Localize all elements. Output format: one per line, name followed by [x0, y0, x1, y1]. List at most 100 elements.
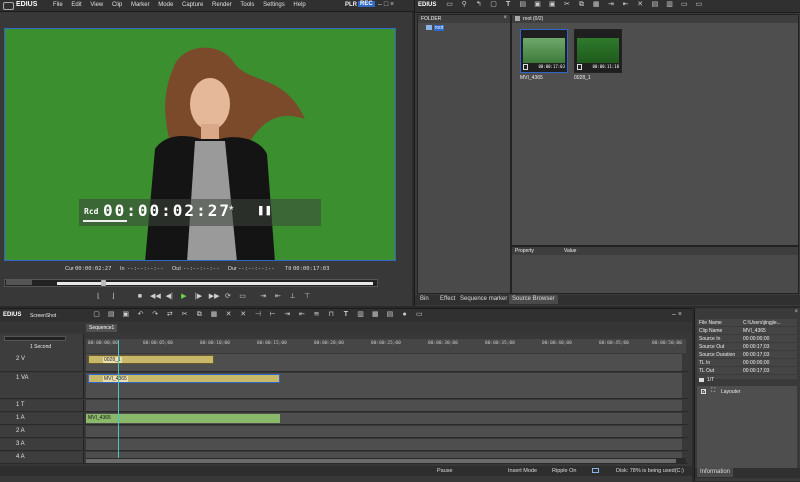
track-lane[interactable]: MVI_4365 [86, 413, 682, 424]
view-option-icon[interactable]: ▭ [680, 1, 689, 9]
render-icon[interactable]: ▦ [371, 311, 380, 319]
overwrite-to-timeline-icon[interactable]: ⇤ [273, 293, 282, 301]
cut-icon[interactable]: ✂ [562, 1, 571, 9]
add-marker-icon[interactable]: ⊤ [303, 293, 312, 301]
output-icon[interactable]: ▭ [415, 311, 424, 319]
timeline-clip[interactable]: MVI_4365 [88, 374, 280, 383]
track-lane[interactable]: MVI_4365 [86, 373, 682, 398]
rewind-button[interactable]: ◀◀ [150, 293, 161, 301]
rec-button[interactable]: REC [358, 1, 375, 7]
menu-mode[interactable]: Mode [158, 2, 173, 8]
clip-thumbnail[interactable]: 00:00:17:03 [520, 29, 568, 73]
open-project-icon[interactable]: ▤ [107, 311, 116, 319]
track-header[interactable]: 2 V [0, 354, 84, 371]
delete-icon[interactable]: ✕ [636, 1, 645, 9]
copy-icon[interactable]: ⧉ [195, 311, 204, 319]
paste-icon[interactable]: ▦ [592, 1, 601, 9]
menu-marker[interactable]: Marker [131, 2, 150, 8]
add-clip-icon[interactable]: ▣ [533, 1, 542, 9]
title-icon[interactable]: T [341, 311, 350, 319]
menu-edit[interactable]: Edit [71, 2, 81, 8]
record-icon[interactable]: ● [400, 311, 409, 319]
timeline-scrollbar[interactable] [86, 458, 686, 464]
output-button[interactable]: ▭ [238, 293, 247, 301]
track-lane[interactable] [86, 426, 682, 437]
storyboard-icon[interactable]: ▭ [694, 1, 703, 9]
track-header[interactable]: 4 A [0, 452, 84, 463]
menu-settings[interactable]: Settings [263, 2, 285, 8]
snap-icon[interactable]: ⊓ [327, 311, 336, 319]
new-project-icon[interactable]: ▢ [92, 311, 101, 319]
ripple-delete-icon[interactable]: ✕ [239, 311, 248, 319]
paste-icon[interactable]: ▦ [209, 311, 218, 319]
close-icon[interactable]: × [390, 1, 394, 8]
plr-button[interactable]: PLR [345, 2, 357, 8]
menu-file[interactable]: File [53, 2, 63, 8]
new-sequence-icon[interactable]: ▤ [518, 1, 527, 9]
timeline-scroll-thumb[interactable] [86, 459, 676, 463]
fast-forward-button[interactable]: ▶▶ [209, 293, 220, 301]
sync-icon[interactable]: ⇄ [165, 311, 174, 319]
cut-icon[interactable]: ✂ [180, 311, 189, 319]
folder-root[interactable]: root [426, 25, 445, 32]
set-out-icon[interactable]: ⌋ [109, 293, 118, 301]
timeline-ruler[interactable]: 00:00:00;00 00:00:05;00 00:00:10;00 00:0… [86, 339, 686, 353]
add-cut-icon[interactable]: ⊢ [268, 311, 277, 319]
track-header[interactable]: 1 T [0, 400, 84, 411]
trim-icon[interactable]: ⊥ [288, 293, 297, 301]
track-lane[interactable] [86, 439, 682, 450]
parent-folder-icon[interactable]: ↰ [474, 1, 483, 9]
loop-button[interactable]: ⟳ [223, 293, 232, 301]
maximize-icon[interactable]: □ [384, 1, 388, 8]
audio-mixer-icon[interactable]: ▥ [356, 311, 365, 319]
insert-to-timeline-icon[interactable]: ⇥ [259, 293, 268, 301]
menu-tools[interactable]: Tools [240, 2, 254, 8]
track-header[interactable]: 2 A [0, 426, 84, 437]
timeline-audio-clip[interactable]: MVI_4365 [86, 414, 280, 423]
play-button[interactable]: ▶ [179, 293, 188, 301]
undo-icon[interactable]: ↶ [136, 311, 145, 319]
info-close-icon[interactable]: × [794, 309, 798, 315]
properties-icon[interactable]: ▤ [650, 1, 659, 9]
title-icon[interactable]: T [504, 1, 513, 9]
copy-icon[interactable]: ⧉ [577, 1, 586, 9]
timeline-clip[interactable]: 0028_1 [88, 355, 214, 364]
menu-capture[interactable]: Capture [182, 2, 203, 8]
track-header[interactable]: 1 VA [0, 373, 84, 398]
tab-information[interactable]: Information [697, 468, 734, 477]
tab-effect[interactable]: Effect [437, 295, 458, 304]
delete-icon[interactable]: ✕ [224, 311, 233, 319]
marker-icon[interactable]: ▤ [385, 311, 394, 319]
scrub-handle[interactable] [101, 280, 107, 286]
search-icon[interactable]: ⚲ [460, 1, 469, 9]
insert-icon[interactable]: ⇥ [606, 1, 615, 9]
folder-close-icon[interactable]: × [503, 15, 507, 21]
menu-view[interactable]: View [90, 2, 103, 8]
redo-icon[interactable]: ↷ [151, 311, 160, 319]
new-bin-icon[interactable]: ▢ [489, 1, 498, 9]
step-forward-button[interactable]: |▶ [194, 293, 203, 301]
insert-mode-icon[interactable]: ⇥ [283, 311, 292, 319]
menu-clip[interactable]: Clip [112, 2, 122, 8]
clip-thumbnail[interactable]: 00:00:11:18 [574, 29, 622, 73]
track-lane[interactable]: 0028_1 [86, 354, 682, 371]
track-lane[interactable] [86, 400, 682, 411]
save-icon[interactable]: ▣ [121, 311, 130, 319]
step-back-button[interactable]: ◀| [165, 293, 174, 301]
menu-render[interactable]: Render [212, 2, 232, 8]
set-in-icon[interactable]: ⌊ [94, 293, 103, 301]
timeline-playhead[interactable] [118, 340, 119, 464]
folder-icon[interactable]: ▭ [445, 1, 454, 9]
ripple-icon[interactable]: ≋ [312, 311, 321, 319]
video-preview[interactable]: Rcd 00:00:02:27 * ❚❚ [4, 28, 396, 261]
add-clip2-icon[interactable]: ▣ [548, 1, 557, 9]
scale-slider[interactable] [4, 336, 66, 341]
stop-button[interactable]: ■ [135, 293, 144, 301]
track-header[interactable]: 3 A [0, 439, 84, 450]
track-header[interactable]: 1 A [0, 413, 84, 424]
timeline-minimize-icon[interactable]: – [672, 311, 676, 318]
tab-bin[interactable]: Bin [417, 295, 432, 304]
tab-sequence1[interactable]: Sequence1 [86, 324, 118, 332]
menu-help[interactable]: Help [293, 2, 305, 8]
timeline-close-icon[interactable]: × [678, 311, 682, 318]
